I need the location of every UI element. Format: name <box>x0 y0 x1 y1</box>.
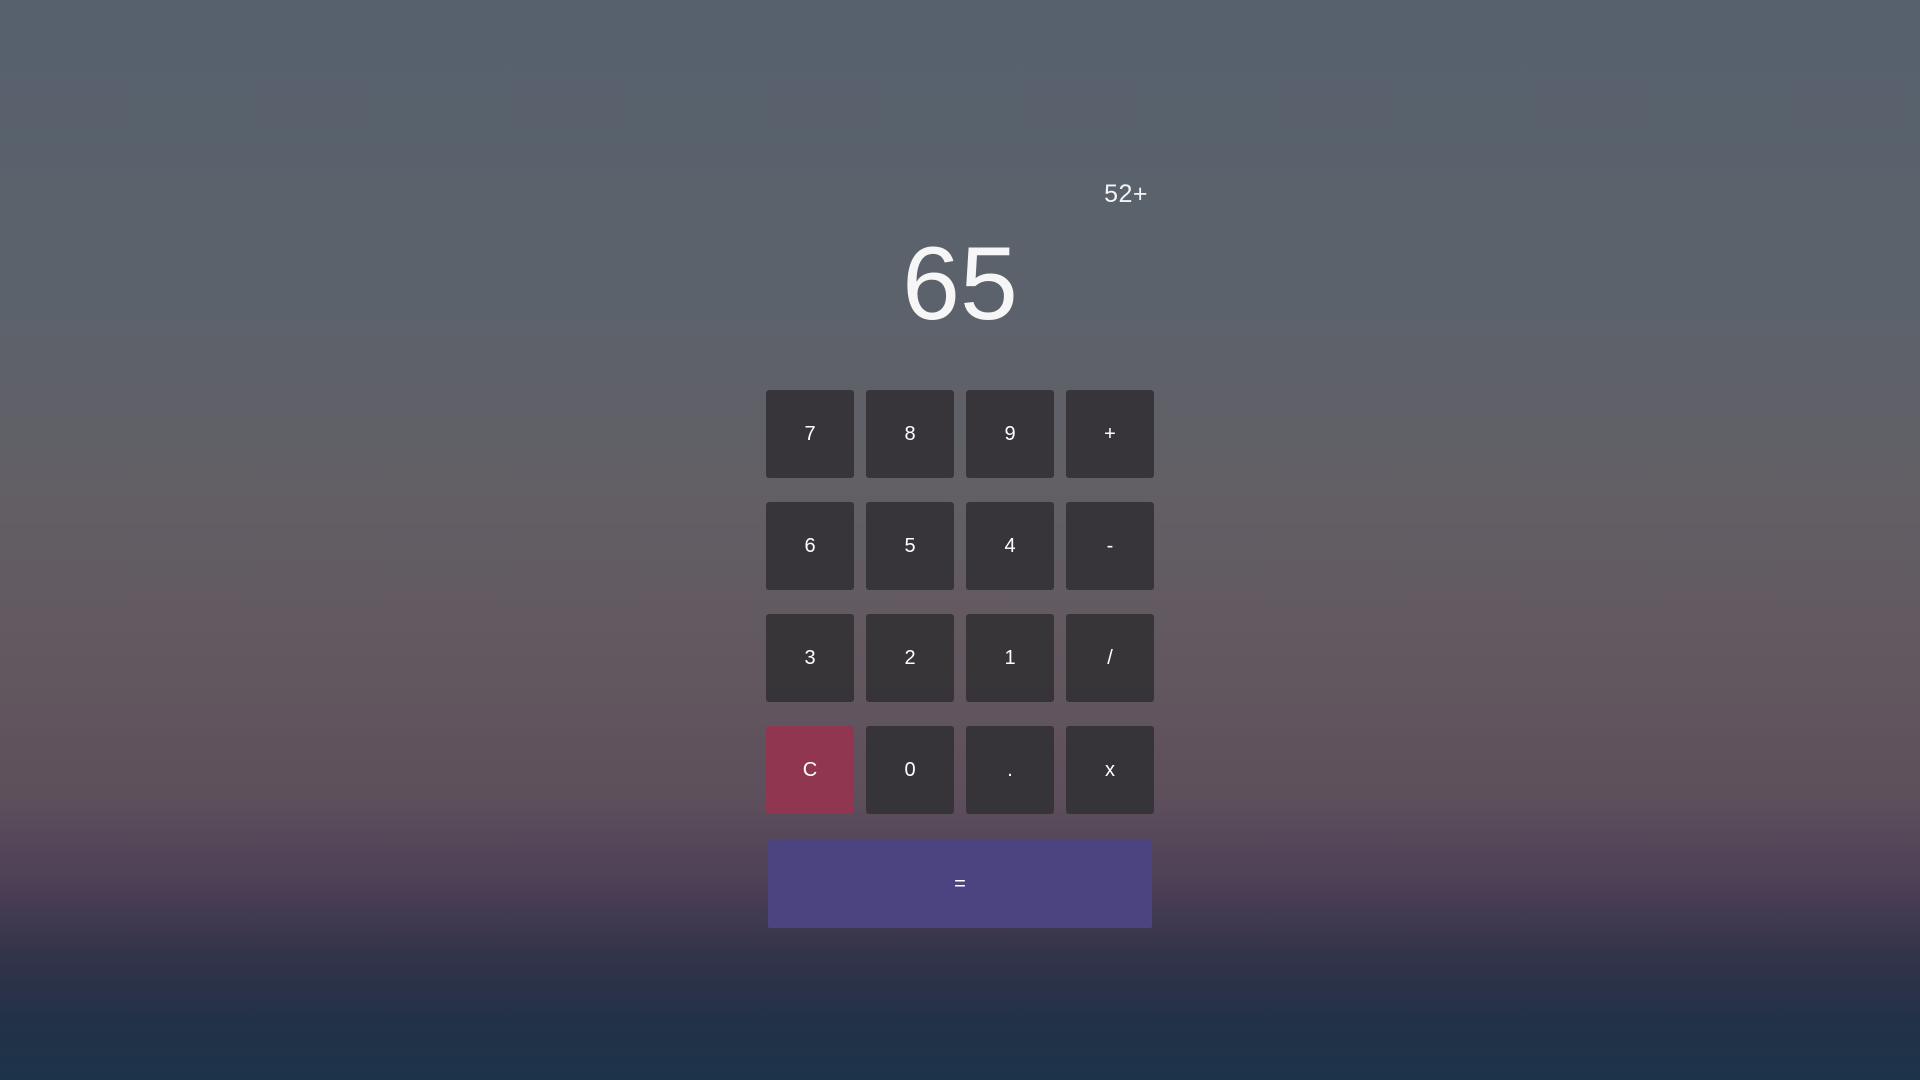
key-0[interactable]: 0 <box>866 726 954 814</box>
result-display: 65 <box>902 226 1018 342</box>
key-plus[interactable]: + <box>1066 390 1154 478</box>
keypad: 7 8 9 + 6 5 4 - 3 2 1 / C 0 . x <box>766 390 1154 814</box>
key-5[interactable]: 5 <box>866 502 954 590</box>
key-1[interactable]: 1 <box>966 614 1054 702</box>
calculator: 52+ 65 7 8 9 + 6 5 4 - 3 2 1 / C 0 . x = <box>766 170 1154 930</box>
key-multiply[interactable]: x <box>1066 726 1154 814</box>
equals-button[interactable]: = <box>768 840 1152 928</box>
key-8[interactable]: 8 <box>866 390 954 478</box>
key-6[interactable]: 6 <box>766 502 854 590</box>
expression-display: 52+ <box>1104 180 1148 208</box>
key-divide[interactable]: / <box>1066 614 1154 702</box>
key-2[interactable]: 2 <box>866 614 954 702</box>
key-minus[interactable]: - <box>1066 502 1154 590</box>
key-7[interactable]: 7 <box>766 390 854 478</box>
clear-button[interactable]: C <box>766 726 854 814</box>
key-3[interactable]: 3 <box>766 614 854 702</box>
key-4[interactable]: 4 <box>966 502 1054 590</box>
key-decimal[interactable]: . <box>966 726 1054 814</box>
key-9[interactable]: 9 <box>966 390 1054 478</box>
